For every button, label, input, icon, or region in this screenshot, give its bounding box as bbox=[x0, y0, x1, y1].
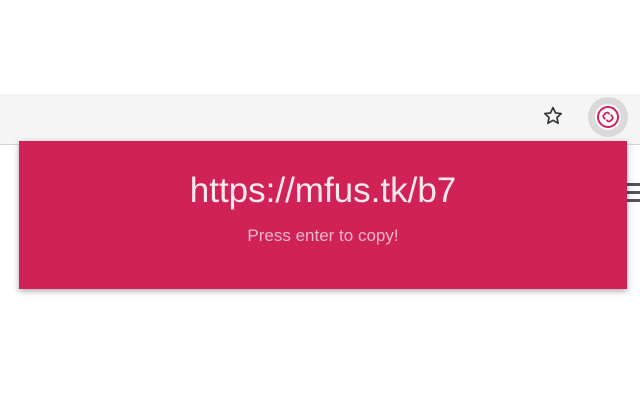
star-outline-icon bbox=[543, 106, 563, 125]
page-menu-icon bbox=[626, 183, 640, 207]
copy-hint: Press enter to copy! bbox=[247, 226, 399, 245]
extension-button[interactable] bbox=[588, 97, 628, 137]
extension-icon-background bbox=[595, 104, 621, 130]
bookmark-button[interactable] bbox=[540, 103, 566, 129]
short-url-text[interactable]: https://mfus.tk/b7 bbox=[19, 171, 627, 211]
address-bar[interactable] bbox=[0, 98, 580, 138]
link-circle-icon bbox=[597, 106, 619, 128]
short-url-popup: https://mfus.tk/b7 Press enter to copy! bbox=[19, 141, 627, 289]
